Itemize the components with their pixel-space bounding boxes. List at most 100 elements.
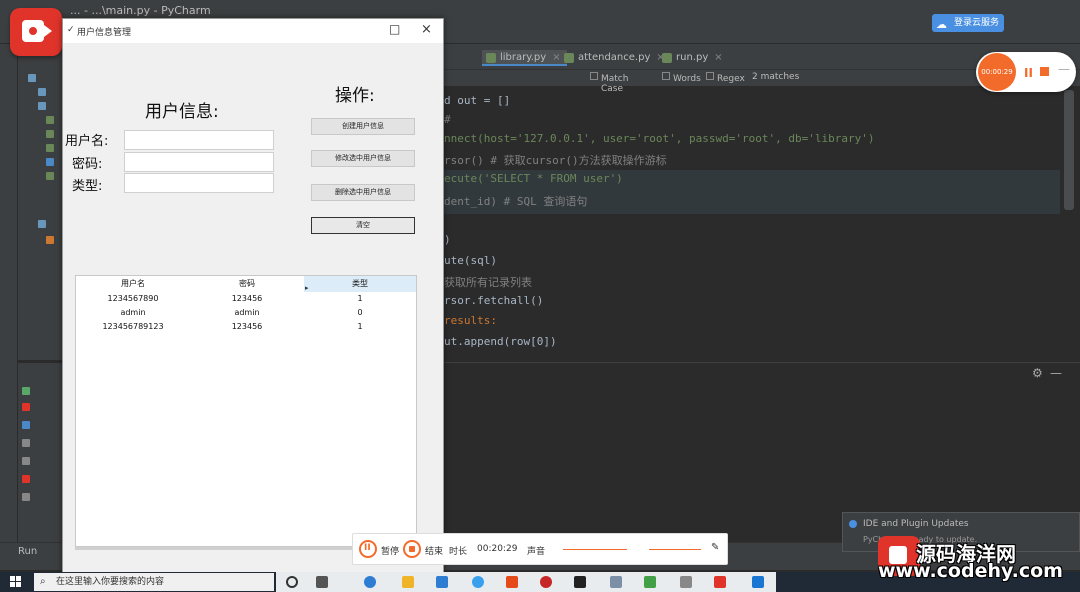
code-line: rsor() # 获取cursor()方法获取操作游标: [444, 152, 667, 168]
table-cell: admin: [120, 308, 146, 317]
tab-label: library.py: [500, 52, 547, 63]
recorder-control-bar: 暂停 结束 时长 00:20:29 声音 ✎: [352, 533, 728, 565]
rerun-icon[interactable]: [22, 387, 30, 395]
app-icon[interactable]: [436, 576, 448, 588]
search-icon: ⌕: [40, 576, 46, 587]
pause-record-button[interactable]: [359, 540, 377, 558]
folder-icon[interactable]: [38, 220, 46, 228]
editor-scrollbar[interactable]: [1064, 90, 1074, 210]
minimize-icon[interactable]: —: [1050, 366, 1062, 380]
search-placeholder: 在这里输入你要搜索的内容: [56, 577, 165, 587]
folder-icon[interactable]: [28, 74, 36, 82]
python-file-icon[interactable]: [46, 158, 54, 166]
words-option[interactable]: Words: [662, 72, 701, 84]
task-view-icon[interactable]: [286, 576, 298, 588]
edge-browser-icon[interactable]: [364, 576, 376, 588]
type-input[interactable]: [124, 173, 274, 193]
code-line-text: 获取所有记录列表: [444, 276, 532, 289]
stop-icon[interactable]: [22, 403, 30, 411]
pycharm-icon[interactable]: [610, 576, 622, 588]
audio-label: 声音: [527, 547, 546, 557]
system-volume-slider[interactable]: [649, 549, 701, 550]
app-icon[interactable]: [752, 576, 764, 588]
table-cell: 123456: [231, 322, 263, 331]
file-explorer-icon[interactable]: [402, 576, 414, 588]
collapse-icon[interactable]: —: [1058, 62, 1070, 76]
code-line: ute(sql): [444, 254, 497, 267]
pause-icon[interactable]: II: [1024, 66, 1033, 80]
code-line-text: ecute('SELECT * FROM user'): [444, 172, 623, 185]
stop-record-button[interactable]: [403, 540, 421, 558]
python-file-icon[interactable]: [46, 116, 54, 124]
type-label: 类型:: [72, 179, 103, 194]
app-icon[interactable]: [680, 576, 692, 588]
user-table[interactable]: 用户名 密码 类型 ▸ 1234567890 123456 1 admin ad…: [75, 275, 417, 547]
close-button[interactable]: ×: [421, 22, 432, 37]
password-input[interactable]: [124, 152, 274, 172]
python-file-icon[interactable]: [46, 130, 54, 138]
recording-timer-widget: 00:00:29 II —: [976, 52, 1076, 92]
folder-icon[interactable]: [38, 102, 46, 110]
pen-icon[interactable]: ✎: [711, 542, 719, 553]
tab-run[interactable]: run.py ×: [658, 50, 729, 66]
ide-project-panel: [18, 44, 62, 360]
operations-heading: 操作:: [335, 86, 375, 106]
cloud-login-button[interactable]: ☁ 登录云服务: [932, 14, 1004, 32]
python-file-icon[interactable]: [46, 144, 54, 152]
code-editor[interactable]: [440, 70, 1080, 360]
python-file-icon: [564, 53, 574, 63]
modify-user-button[interactable]: 修改选中用户信息: [311, 150, 415, 167]
pause-icon[interactable]: [22, 421, 30, 429]
table-header-password[interactable]: 密码: [190, 276, 304, 292]
run-tab[interactable]: Run: [18, 546, 37, 557]
help-icon[interactable]: [22, 493, 30, 501]
username-label: 用户名:: [65, 134, 109, 149]
sort-arrow-icon: ▸: [305, 284, 309, 292]
create-user-button[interactable]: 创建用户信息: [311, 118, 415, 135]
code-line-text: ut.append(row[0]): [444, 335, 557, 348]
app-icon[interactable]: [506, 576, 518, 588]
print-icon[interactable]: [22, 457, 30, 465]
python-file-icon: [662, 53, 672, 63]
tab-library[interactable]: library.py ×: [482, 50, 567, 66]
table-header-username[interactable]: 用户名: [76, 276, 190, 292]
table-cell: 1: [357, 322, 363, 331]
table-header-type[interactable]: 类型: [304, 276, 416, 292]
regex-option[interactable]: Regex: [706, 72, 745, 84]
match-case-option[interactable]: Match Case: [590, 72, 628, 94]
clear-button[interactable]: 清空: [311, 217, 415, 234]
scroll-icon[interactable]: [22, 439, 30, 447]
library-icon[interactable]: [46, 236, 54, 244]
chrome-icon[interactable]: [540, 576, 552, 588]
recorder-logo-icon: [10, 8, 62, 56]
close-icon[interactable]: ×: [714, 52, 722, 63]
code-line-text: nnect(host='127.0.0.1', user='root', pas…: [444, 132, 875, 145]
info-icon: [849, 520, 857, 528]
tab-label: attendance.py: [578, 52, 651, 63]
python-file-icon[interactable]: [46, 172, 54, 180]
mic-volume-slider[interactable]: [563, 549, 627, 550]
close-icon[interactable]: [22, 475, 30, 483]
folder-icon[interactable]: [38, 88, 46, 96]
table-cell: 123456789123: [102, 322, 164, 331]
duration-label: 时长: [449, 547, 468, 557]
gear-icon[interactable]: ⚙: [1032, 366, 1043, 380]
code-line-text: dent_id) # SQL 查询语句: [444, 195, 588, 208]
widgets-icon[interactable]: [316, 576, 328, 588]
recorder-app-icon[interactable]: [714, 576, 726, 588]
stop-icon[interactable]: [1040, 67, 1049, 76]
code-line: ecute('SELECT * FROM user'): [444, 172, 623, 185]
windows-start-icon[interactable]: [10, 576, 22, 588]
code-line: ): [444, 233, 451, 246]
maximize-button[interactable]: □: [389, 22, 400, 36]
terminal-icon[interactable]: [574, 576, 586, 588]
tab-attendance[interactable]: attendance.py ×: [560, 50, 671, 66]
username-input[interactable]: [124, 130, 274, 150]
app-icon[interactable]: [644, 576, 656, 588]
taskbar-search-box[interactable]: ⌕ 在这里输入你要搜索的内容: [34, 573, 274, 591]
delete-user-button[interactable]: 删除选中用户信息: [311, 184, 415, 201]
code-line: ut.append(row[0]): [444, 335, 557, 348]
code-line: d out = []: [444, 94, 510, 107]
table-cell: 1: [357, 294, 363, 303]
browser-icon[interactable]: [472, 576, 484, 588]
